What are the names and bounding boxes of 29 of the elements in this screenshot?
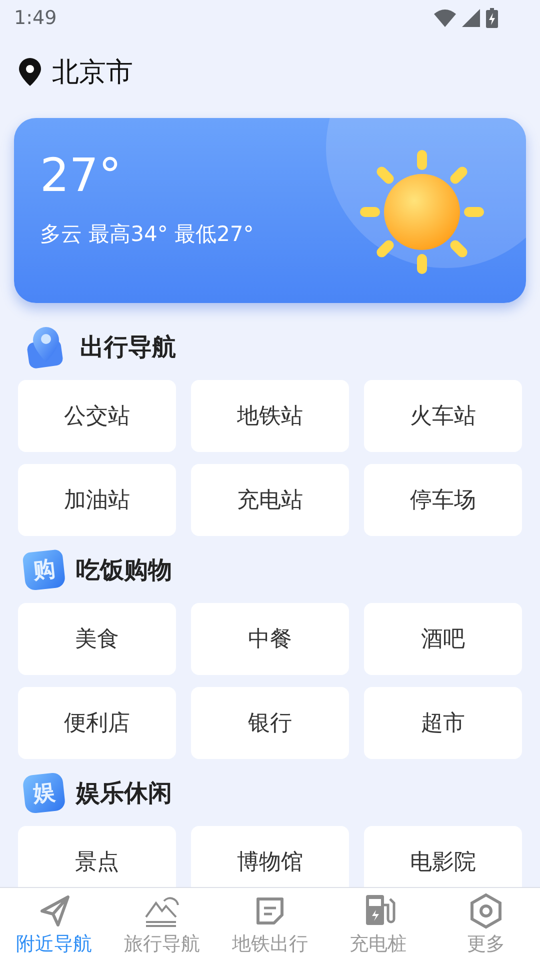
category-button[interactable]: 地铁站 bbox=[191, 380, 349, 452]
city-name: 北京市 bbox=[52, 56, 133, 90]
category-button[interactable]: 美食 bbox=[18, 603, 176, 675]
category-button[interactable]: 景点 bbox=[18, 826, 176, 887]
wifi-icon bbox=[434, 9, 456, 27]
category-button[interactable]: 便利店 bbox=[18, 687, 176, 759]
status-time: 1:49 bbox=[14, 7, 57, 29]
section-title: 娱乐休闲 bbox=[76, 778, 172, 808]
section-title: 出行导航 bbox=[80, 332, 176, 362]
section-title: 吃饭购物 bbox=[76, 554, 172, 586]
category-button[interactable]: 停车场 bbox=[364, 464, 522, 536]
category-button[interactable]: 加油站 bbox=[18, 464, 176, 536]
shopping-bag-icon: 购 bbox=[22, 548, 66, 590]
category-button[interactable]: 酒吧 bbox=[364, 603, 522, 675]
sun-icon bbox=[358, 148, 486, 276]
category-button[interactable]: 公交站 bbox=[18, 380, 176, 452]
location-pin-icon bbox=[18, 58, 42, 86]
category-button[interactable]: 博物馆 bbox=[191, 826, 349, 887]
temperature: 27° bbox=[40, 152, 123, 198]
category-button[interactable]: 火车站 bbox=[364, 380, 522, 452]
category-button[interactable]: 电影院 bbox=[364, 826, 522, 887]
category-button[interactable]: 超市 bbox=[364, 687, 522, 759]
battery-icon bbox=[486, 8, 498, 28]
category-button[interactable]: 充电站 bbox=[191, 464, 349, 536]
category-button[interactable]: 银行 bbox=[191, 687, 349, 759]
category-button[interactable]: 中餐 bbox=[191, 603, 349, 675]
signal-icon bbox=[462, 9, 480, 27]
weather-summary: 多云 最高34° 最低27° bbox=[40, 221, 255, 248]
tile-icon: 娱 bbox=[22, 772, 66, 814]
